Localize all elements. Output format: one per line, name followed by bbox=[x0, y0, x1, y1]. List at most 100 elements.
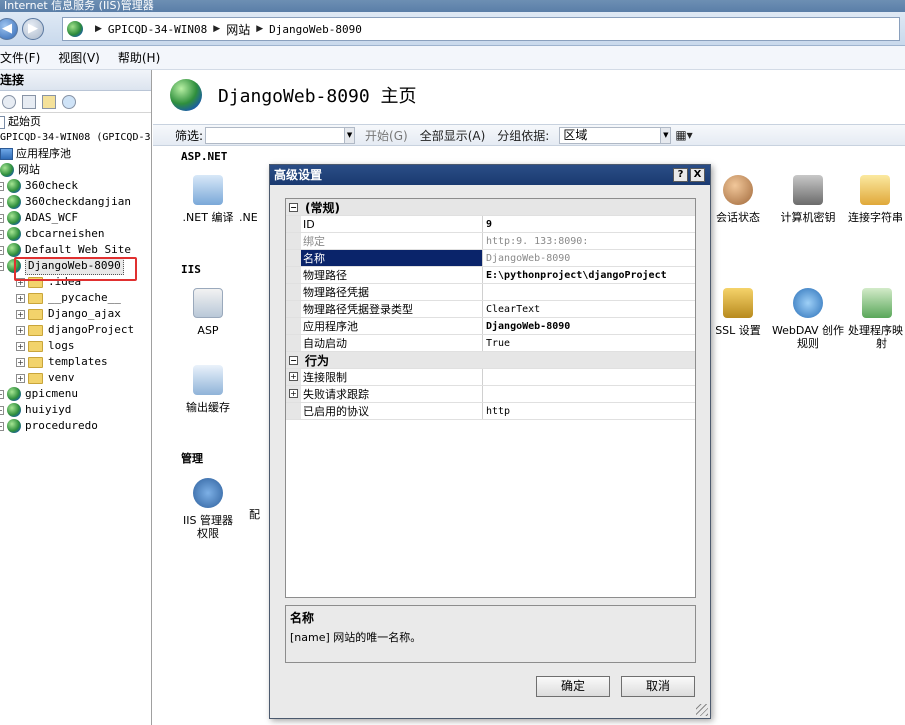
feature-connection-strings[interactable]: 连接字符串 bbox=[848, 175, 905, 224]
expand-icon[interactable]: + bbox=[0, 197, 4, 207]
dialog-title-bar: 高级设置 ? X bbox=[270, 165, 710, 185]
feature-session-state[interactable]: 会话状态 bbox=[703, 175, 773, 224]
feature-output-cache[interactable]: 输出缓存 bbox=[173, 365, 243, 414]
feature-net-compile[interactable]: .NET 编译 bbox=[173, 175, 243, 224]
close-button[interactable]: X bbox=[690, 168, 705, 182]
connect-icon[interactable] bbox=[2, 94, 16, 109]
cancel-button[interactable]: 取消 bbox=[621, 676, 695, 697]
property-row[interactable]: ID 9 bbox=[286, 216, 695, 233]
view-mode-icon[interactable]: ▦▾ bbox=[675, 128, 692, 142]
webdav-icon bbox=[793, 288, 823, 318]
tree-folder[interactable]: + logs bbox=[0, 338, 151, 354]
expand-icon[interactable]: + bbox=[289, 372, 298, 381]
folder-icon bbox=[28, 324, 43, 336]
up-folder-icon[interactable] bbox=[42, 94, 56, 109]
collapse-icon[interactable]: − bbox=[0, 261, 4, 271]
save-icon[interactable] bbox=[22, 94, 36, 109]
tree-site-item[interactable]: + 360check bbox=[0, 178, 151, 194]
menu-view[interactable]: 视图(V) bbox=[58, 49, 100, 66]
menu-help[interactable]: 帮助(H) bbox=[118, 49, 160, 66]
resize-grip-icon[interactable] bbox=[696, 704, 708, 716]
property-row[interactable]: 自动启动 True bbox=[286, 335, 695, 352]
tree-site-item[interactable]: + gpicmenu bbox=[0, 386, 151, 402]
forward-arrow-icon[interactable]: ▶ bbox=[22, 18, 44, 40]
expand-icon[interactable]: + bbox=[0, 421, 4, 431]
dropdown-arrow-icon[interactable]: ▼ bbox=[660, 127, 671, 143]
expand-icon[interactable]: + bbox=[0, 229, 4, 239]
property-row[interactable]: 绑定 http:9. 133:8090: bbox=[286, 233, 695, 250]
dropdown-arrow-icon[interactable]: ▼ bbox=[344, 127, 355, 143]
collapse-icon[interactable]: − bbox=[289, 202, 298, 212]
expand-icon[interactable]: + bbox=[0, 245, 4, 255]
expand-icon[interactable]: + bbox=[16, 293, 25, 303]
description-title: 名称 bbox=[290, 611, 315, 625]
breadcrumb-server[interactable]: GPICQD-34-WIN08 bbox=[108, 23, 207, 36]
expand-icon[interactable]: + bbox=[16, 309, 25, 319]
expand-icon[interactable]: + bbox=[0, 181, 4, 191]
disconnect-icon[interactable] bbox=[62, 94, 76, 109]
feature-webdav[interactable]: WebDAV 创作 规则 bbox=[770, 288, 846, 350]
property-row-selected[interactable]: 名称 DjangoWeb-8090 bbox=[286, 250, 695, 267]
chevron-right-icon: ▶ bbox=[95, 24, 102, 34]
expand-icon[interactable]: + bbox=[0, 389, 4, 399]
breadcrumb-sites[interactable]: 网站 bbox=[226, 21, 250, 38]
tree-server[interactable]: GPICQD-34-WIN08 (GPICQD-34 bbox=[0, 130, 151, 146]
expand-icon[interactable]: + bbox=[16, 325, 25, 335]
expand-icon[interactable]: + bbox=[0, 405, 4, 415]
tree-sites[interactable]: 网站 bbox=[0, 162, 151, 178]
tree-folder[interactable]: + __pycache__ bbox=[0, 290, 151, 306]
page-title: DjangoWeb-8090 主页 bbox=[218, 86, 417, 107]
tree-app-pools[interactable]: 应用程序池 bbox=[0, 146, 151, 162]
tree-site-item[interactable]: + huiyiyd bbox=[0, 402, 151, 418]
property-row[interactable]: 已启用的协议 http bbox=[286, 403, 695, 420]
feature-machine-key[interactable]: 计算机密钥 bbox=[773, 175, 843, 224]
handler-icon bbox=[862, 288, 892, 318]
description-text: [name] 网站的唯一名称。 bbox=[290, 631, 422, 644]
globe-icon bbox=[7, 243, 21, 257]
feature-handler-mappings[interactable]: 处理程序映 射 bbox=[848, 288, 905, 350]
expand-icon[interactable]: + bbox=[0, 213, 4, 223]
ok-button[interactable]: 确定 bbox=[536, 676, 610, 697]
group-by-select[interactable]: 区域 ▼ bbox=[559, 126, 672, 144]
feature-config-partial[interactable]: 配 bbox=[249, 508, 269, 521]
tree-site-item[interactable]: + proceduredo bbox=[0, 418, 151, 434]
property-row[interactable]: 物理路径凭据 bbox=[286, 284, 695, 301]
output-cache-icon bbox=[193, 365, 223, 395]
feature-ssl-settings[interactable]: SSL 设置 bbox=[703, 288, 773, 337]
tree-folder[interactable]: + Django_ajax bbox=[0, 306, 151, 322]
address-bar[interactable]: ▶ GPICQD-34-WIN08 ▶ 网站 ▶ DjangoWeb-8090 bbox=[62, 17, 900, 41]
tree-folder[interactable]: + venv bbox=[0, 370, 151, 386]
category-general[interactable]: − (常规) bbox=[286, 199, 695, 216]
machine-key-icon bbox=[793, 175, 823, 205]
compile-icon bbox=[193, 175, 223, 205]
tree-folder[interactable]: + djangoProject bbox=[0, 322, 151, 338]
property-row[interactable]: 物理路径凭据登录类型 ClearText bbox=[286, 301, 695, 318]
show-all-button[interactable]: 全部显示(A) bbox=[420, 127, 486, 144]
collapse-icon[interactable]: − bbox=[289, 355, 298, 365]
expand-icon[interactable]: + bbox=[289, 389, 298, 398]
property-row[interactable]: 应用程序池 DjangoWeb-8090 bbox=[286, 318, 695, 335]
tree-folder[interactable]: + templates bbox=[0, 354, 151, 370]
feature-net-partial[interactable]: .NE bbox=[239, 175, 269, 224]
start-button[interactable]: 开始(G) bbox=[365, 127, 408, 144]
feature-asp[interactable]: ASP bbox=[173, 288, 243, 337]
expand-icon[interactable]: + bbox=[16, 373, 25, 383]
expand-icon[interactable]: + bbox=[16, 341, 25, 351]
help-button[interactable]: ? bbox=[673, 168, 688, 182]
property-row[interactable]: + 失败请求跟踪 bbox=[286, 386, 695, 403]
property-row[interactable]: + 连接限制 bbox=[286, 369, 695, 386]
property-row[interactable]: 物理路径 E:\pythonproject\djangoProject bbox=[286, 267, 695, 284]
expand-icon[interactable]: + bbox=[16, 357, 25, 367]
tree-site-item[interactable]: + cbcarneishen bbox=[0, 226, 151, 242]
back-arrow-icon[interactable]: ◀ bbox=[0, 18, 18, 40]
feature-iis-manager-permissions[interactable]: IIS 管理器 权限 bbox=[173, 478, 243, 540]
tree-site-item[interactable]: + Default Web Site bbox=[0, 242, 151, 258]
breadcrumb-site[interactable]: DjangoWeb-8090 bbox=[269, 23, 362, 36]
category-behavior[interactable]: − 行为 bbox=[286, 352, 695, 369]
section-aspnet: ASP.NET bbox=[181, 150, 228, 163]
tree-site-item[interactable]: + 360checkdangjian bbox=[0, 194, 151, 210]
filter-input[interactable]: ▼ bbox=[205, 126, 356, 144]
tree-site-item[interactable]: + ADAS_WCF bbox=[0, 210, 151, 226]
menu-file[interactable]: 文件(F) bbox=[0, 49, 40, 66]
tree-start-page[interactable]: 起始页 bbox=[0, 114, 151, 130]
